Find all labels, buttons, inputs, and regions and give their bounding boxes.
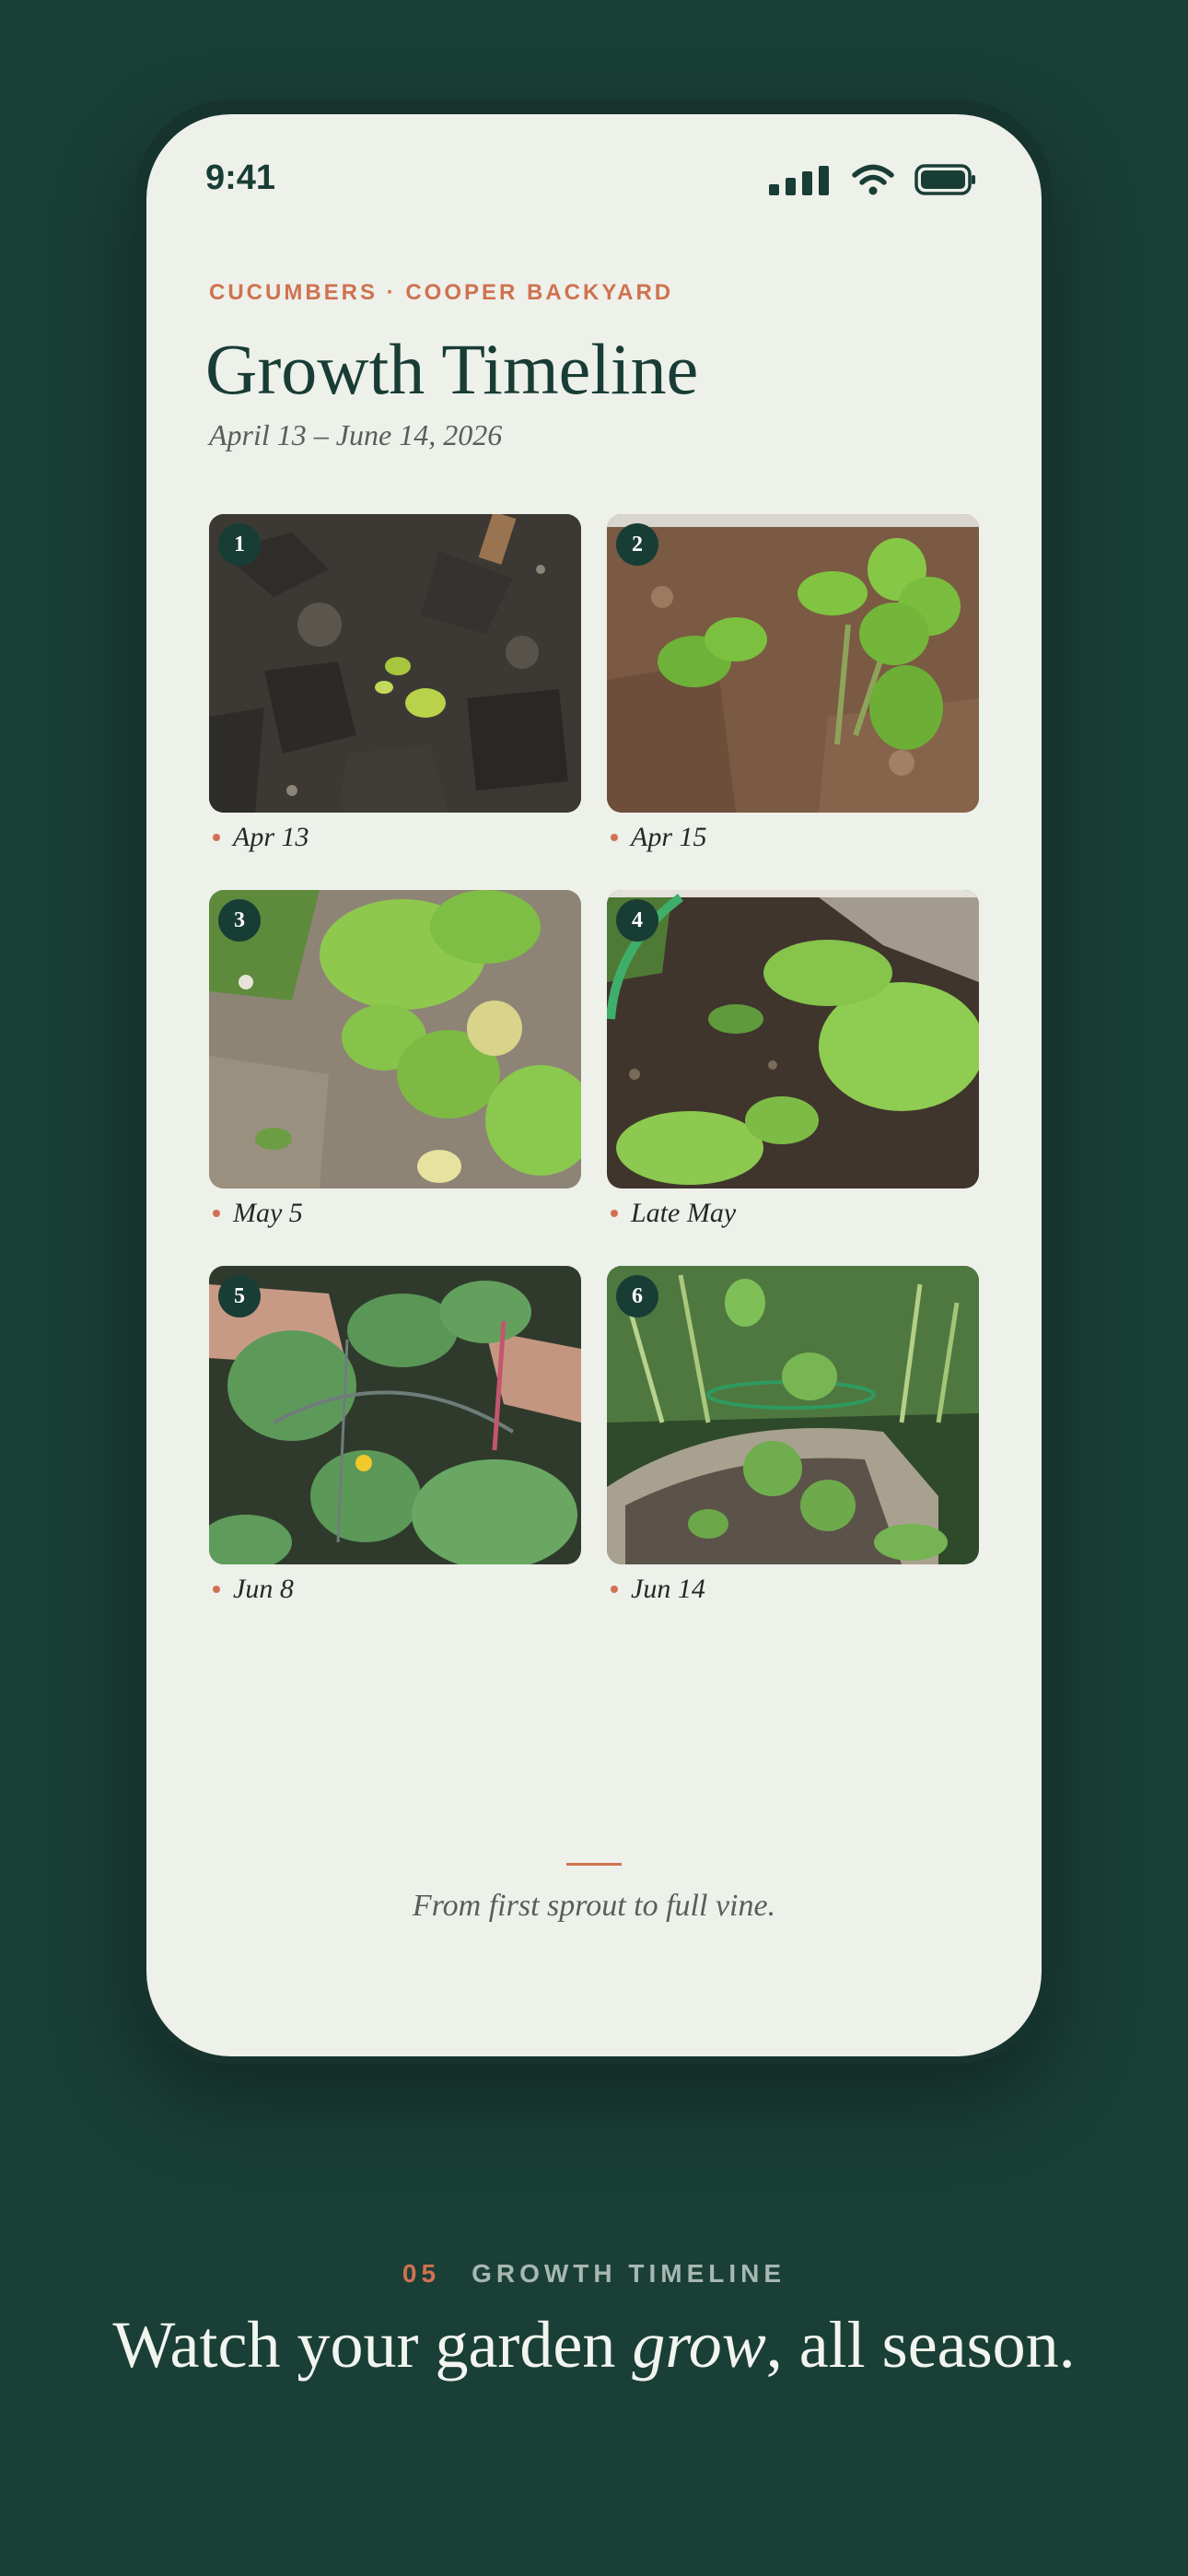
headline-tail: , all season.	[765, 2308, 1076, 2382]
timeline-card[interactable]: 1 Apr 13	[209, 514, 581, 861]
phone-screen: 9:41 CUCUMBERS · COOPER BACKYARD Growth …	[146, 114, 1042, 2056]
battery-icon	[914, 164, 977, 195]
photo-caption: Apr 15	[611, 822, 707, 853]
status-icons	[769, 162, 977, 195]
section-name: GROWTH TIMELINE	[472, 2259, 786, 2288]
caption-bullet-icon	[213, 1586, 220, 1593]
step-badge: 1	[218, 523, 261, 566]
timeline-card[interactable]: 5 Jun 8	[209, 1266, 581, 1612]
step-badge: 6	[616, 1275, 658, 1317]
photo-date: May 5	[233, 1198, 303, 1228]
photo-caption: Late May	[611, 1198, 736, 1229]
date-range: April 13 – June 14, 2026	[209, 418, 503, 451]
photo-caption: May 5	[213, 1198, 303, 1229]
timeline-card[interactable]: 3 May 5	[209, 890, 581, 1236]
timeline-card[interactable]: 6 Jun 14	[607, 1266, 979, 1612]
photo-date: Apr 15	[631, 822, 707, 852]
cucumber-sprout-emerging-photo[interactable]: 1	[209, 514, 581, 813]
footer-note: From first sprout to full vine.	[412, 1889, 776, 1923]
headline-lead: Watch your garden	[112, 2308, 633, 2382]
garden-eyebrow: CUCUMBERS · COOPER BACKYARD	[209, 280, 674, 305]
step-badge: 4	[616, 899, 658, 942]
section-label: 05 GROWTH TIMELINE	[0, 2259, 1188, 2289]
step-badge: 3	[218, 899, 261, 942]
timeline-card[interactable]: 2 Apr 15	[607, 514, 979, 861]
status-bar: 9:41	[146, 114, 1042, 243]
marketing-headline: Watch your garden grow, all season.	[0, 2307, 1188, 2383]
cucumber-flowering-photo[interactable]: 5	[209, 1266, 581, 1564]
cucumber-large-leaves-photo[interactable]: 4	[607, 890, 979, 1188]
timeline-card[interactable]: 4 Late May	[607, 890, 979, 1236]
timeline-grid: 1 Apr 13 2 Apr 15 3 May 5 4 Late May 5 J…	[209, 514, 979, 1612]
caption-bullet-icon	[611, 1210, 618, 1217]
status-time: 9:41	[205, 158, 276, 197]
photo-date: Apr 13	[233, 822, 309, 852]
caption-bullet-icon	[213, 834, 220, 841]
step-badge: 2	[616, 523, 658, 566]
caption-bullet-icon	[611, 834, 618, 841]
photo-caption: Jun 14	[611, 1574, 705, 1605]
cucumber-young-plant-photo[interactable]: 3	[209, 890, 581, 1188]
photo-caption: Apr 13	[213, 822, 309, 853]
section-number: 05	[402, 2259, 441, 2288]
photo-date: Jun 8	[233, 1574, 294, 1604]
photo-date: Late May	[631, 1198, 737, 1228]
cucumber-vine-on-trellis-photo[interactable]: 6	[607, 1266, 979, 1564]
wifi-icon	[852, 164, 894, 195]
caption-bullet-icon	[213, 1210, 220, 1217]
photo-caption: Jun 8	[213, 1574, 294, 1605]
cucumber-seedling-photo[interactable]: 2	[607, 514, 979, 813]
page-title: Growth Timeline	[205, 329, 699, 409]
caption-bullet-icon	[611, 1586, 618, 1593]
headline-emphasis: grow	[632, 2308, 766, 2382]
step-badge: 5	[218, 1275, 261, 1317]
cellular-signal-icon	[769, 166, 832, 195]
photo-date: Jun 14	[631, 1574, 705, 1604]
accent-divider	[566, 1863, 622, 1866]
